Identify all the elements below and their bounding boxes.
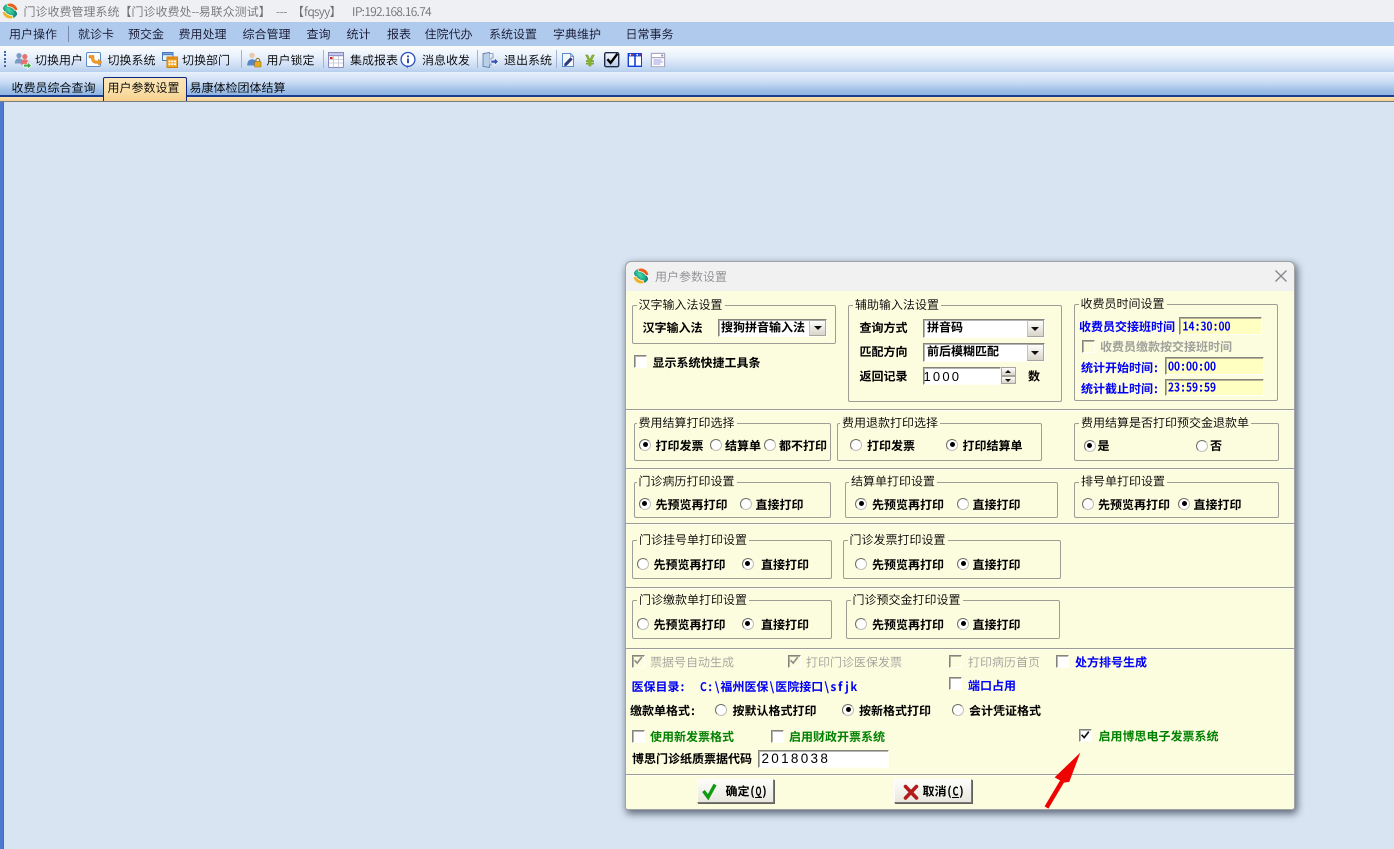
svg-text:¥: ¥ [586, 53, 595, 70]
